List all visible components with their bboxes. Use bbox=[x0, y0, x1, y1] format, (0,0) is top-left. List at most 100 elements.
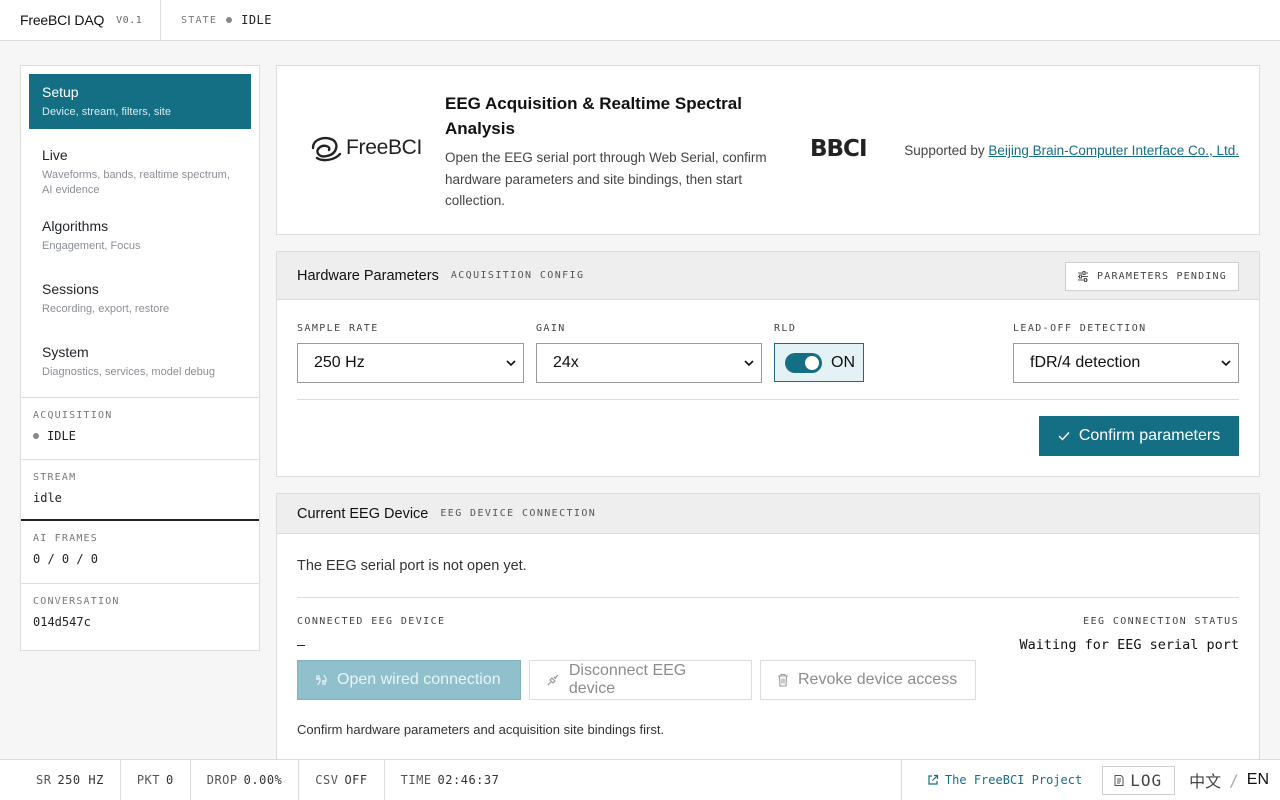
top-bar: FreeBCI DAQ V0.1 STATE IDLE bbox=[0, 0, 1280, 41]
state-value: IDLE bbox=[241, 13, 273, 27]
freebci-wordmark: FreeBCI bbox=[346, 136, 423, 159]
footer-label: DROP bbox=[206, 773, 238, 787]
open-label: Open wired connection bbox=[337, 671, 501, 688]
external-link-icon bbox=[928, 774, 939, 785]
divider bbox=[297, 399, 1239, 400]
log-button[interactable]: LOG bbox=[1102, 765, 1176, 795]
rld-value: ON bbox=[831, 353, 855, 371]
parameters-pending-button[interactable]: PARAMETERS PENDING bbox=[1065, 262, 1239, 291]
sidebar-item-label: Algorithms bbox=[42, 218, 109, 234]
stat-acquisition: ACQUISITION IDLE bbox=[21, 397, 259, 459]
confirm-parameters-button[interactable]: Confirm parameters bbox=[1039, 416, 1239, 456]
panel-title: Current EEG Device bbox=[297, 505, 429, 522]
sidebar: Setup Device, stream, filters, site Live… bbox=[20, 65, 260, 651]
connection-status-label: EEG CONNECTION STATUS bbox=[1083, 616, 1239, 627]
sample-rate-value: 250 Hz bbox=[314, 354, 365, 371]
freebci-logo: FreeBCI bbox=[309, 134, 422, 162]
footer-value: OFF bbox=[344, 773, 368, 787]
hero-title: EEG Acquisition & Realtime Spectral Anal… bbox=[445, 94, 742, 138]
hero-panel: FreeBCI EEG Acquisition & Realtime Spect… bbox=[276, 65, 1260, 235]
sample-rate-label: SAMPLE RATE bbox=[297, 323, 379, 334]
sidebar-item-label: Sessions bbox=[42, 281, 99, 297]
stat-conversation: CONVERSATION 014d547c bbox=[21, 583, 259, 645]
lang-zh[interactable]: 中文 bbox=[1189, 768, 1221, 792]
connected-device-label: CONNECTED EEG DEVICE bbox=[297, 616, 446, 627]
cable-icon bbox=[316, 674, 327, 686]
footer-value: 250 HZ bbox=[57, 773, 104, 787]
footer-label: CSV bbox=[315, 773, 339, 787]
footer-label: PKT bbox=[136, 773, 160, 787]
divider bbox=[297, 597, 1239, 598]
confirm-label: Confirm parameters bbox=[1078, 427, 1221, 444]
status-dot-icon bbox=[33, 433, 39, 439]
gain-label: GAIN bbox=[536, 323, 566, 334]
lead-off-select[interactable]: fDR/4 detection bbox=[1013, 343, 1239, 383]
check-icon bbox=[1058, 432, 1070, 441]
lead-off-label: LEAD-OFF DETECTION bbox=[1013, 323, 1147, 334]
acquisition-value: IDLE bbox=[47, 429, 76, 443]
log-icon bbox=[1114, 774, 1124, 786]
log-label: LOG bbox=[1130, 770, 1163, 790]
chevron-down-icon bbox=[1221, 360, 1231, 367]
sidebar-item-algorithms[interactable]: Algorithms Engagement, Focus bbox=[29, 208, 251, 263]
hero-text: EEG Acquisition & Realtime Spectral Anal… bbox=[445, 91, 790, 212]
unplug-icon bbox=[547, 674, 559, 686]
footer-value: 0.00% bbox=[243, 773, 283, 787]
sidebar-item-live[interactable]: Live Waveforms, bands, realtime spectrum… bbox=[29, 137, 251, 200]
bbci-logo: BBCI bbox=[810, 136, 867, 162]
footer-value: 0 bbox=[166, 773, 174, 787]
open-wired-connection-button[interactable]: Open wired connection bbox=[297, 660, 521, 700]
sidebar-item-sessions[interactable]: Sessions Recording, export, restore bbox=[29, 271, 251, 326]
chevron-down-icon bbox=[506, 360, 516, 367]
footer-drop: DROP 0.00% bbox=[191, 760, 300, 800]
stat-label: ACQUISITION bbox=[33, 410, 113, 421]
sidebar-item-sub: Engagement, Focus bbox=[42, 240, 141, 252]
device-message: The EEG serial port is not open yet. bbox=[297, 558, 527, 574]
sidebar-item-sub: Recording, export, restore bbox=[42, 303, 170, 315]
lead-off-value: fDR/4 detection bbox=[1030, 354, 1141, 371]
footer-label: SR bbox=[36, 773, 52, 787]
app-name: FreeBCI DAQ bbox=[20, 12, 105, 28]
revoke-label: Revoke device access bbox=[798, 671, 958, 688]
sidebar-item-label: Live bbox=[42, 147, 68, 163]
panel-tag: ACQUISITION CONFIG bbox=[450, 270, 585, 281]
supported-prefix: Supported by bbox=[904, 143, 985, 158]
rld-toggle[interactable]: ON bbox=[774, 343, 864, 382]
disconnect-device-button[interactable]: Disconnect EEG device bbox=[529, 660, 752, 700]
sidebar-nav: Setup Device, stream, filters, site Live… bbox=[21, 66, 259, 389]
rld-label: RLD bbox=[774, 323, 797, 334]
stat-label: AI FRAMES bbox=[33, 533, 98, 544]
sidebar-item-sub: Diagnostics, services, model debug bbox=[42, 366, 216, 378]
stat-value: IDLE bbox=[33, 429, 247, 443]
footer-packets: PKT 0 bbox=[121, 760, 191, 800]
toggle-switch bbox=[785, 352, 822, 373]
brand: FreeBCI DAQ V0.1 bbox=[0, 0, 161, 40]
hardware-panel-header: Hardware Parameters ACQUISITION CONFIG P… bbox=[277, 252, 1259, 300]
connected-device-value: — bbox=[297, 637, 306, 653]
panel-title: Hardware Parameters bbox=[297, 267, 439, 284]
project-link[interactable]: The FreeBCI Project bbox=[902, 773, 1102, 787]
disconnect-label: Disconnect EEG device bbox=[568, 662, 687, 697]
sliders-icon bbox=[1078, 271, 1089, 282]
sidebar-item-sub: Device, stream, filters, site bbox=[42, 106, 171, 118]
sidebar-item-setup[interactable]: Setup Device, stream, filters, site bbox=[29, 74, 251, 129]
ai-frames-value: 0 / 0 / 0 bbox=[33, 552, 99, 566]
status-footer: SR 250 HZ PKT 0 DROP 0.00% CSV OFF TIME … bbox=[0, 759, 1280, 800]
conversation-value: 014d547c bbox=[33, 615, 91, 629]
app-version: V0.1 bbox=[116, 14, 143, 26]
revoke-access-button[interactable]: Revoke device access bbox=[760, 660, 976, 700]
footer-actions: The FreeBCI Project LOG 中文 / EN bbox=[900, 760, 1280, 800]
sidebar-item-sub: Waveforms, bands, realtime spectrum, AI … bbox=[42, 169, 230, 196]
language-switcher: 中文 / EN bbox=[1189, 768, 1269, 792]
stat-ai-frames: AI FRAMES 0 / 0 / 0 bbox=[21, 521, 259, 583]
lang-en[interactable]: EN bbox=[1247, 771, 1269, 789]
freebci-logo-icon bbox=[311, 136, 342, 162]
stat-label: STREAM bbox=[33, 472, 77, 483]
sidebar-item-system[interactable]: System Diagnostics, services, model debu… bbox=[29, 334, 251, 389]
sample-rate-select[interactable]: 250 Hz bbox=[297, 343, 524, 383]
partner-link[interactable]: Beijing Brain-Computer Interface Co., Lt… bbox=[988, 143, 1239, 158]
gain-select[interactable]: 24x bbox=[536, 343, 762, 383]
connection-status-value: Waiting for EEG serial port bbox=[1019, 637, 1239, 653]
hardware-panel: Hardware Parameters ACQUISITION CONFIG P… bbox=[276, 251, 1260, 477]
state-label: STATE bbox=[181, 14, 218, 26]
